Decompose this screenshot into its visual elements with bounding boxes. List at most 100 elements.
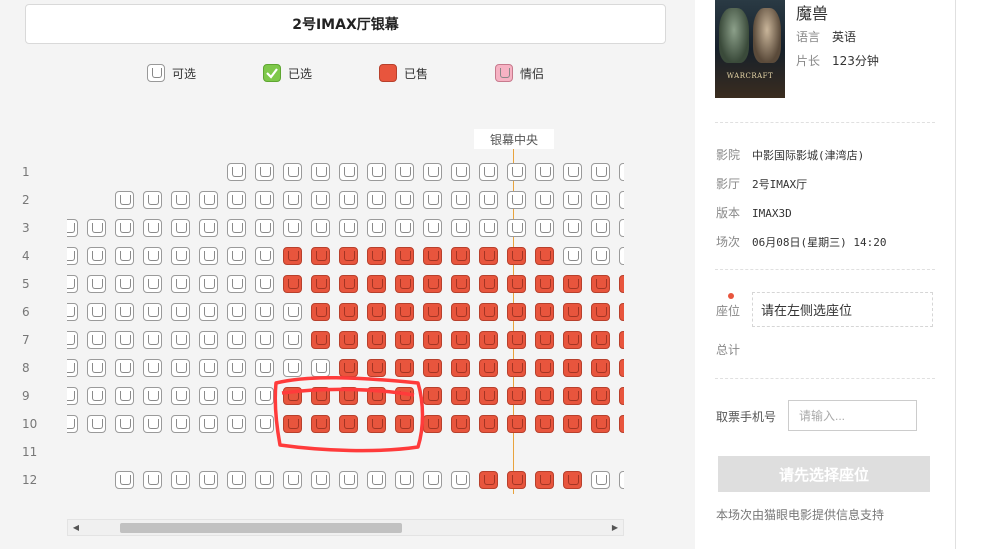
available-seat[interactable] bbox=[115, 219, 134, 237]
available-seat[interactable] bbox=[67, 331, 78, 349]
available-seat[interactable] bbox=[619, 219, 624, 237]
available-seat[interactable] bbox=[143, 387, 162, 405]
available-seat[interactable] bbox=[311, 163, 330, 181]
available-seat[interactable] bbox=[395, 163, 414, 181]
available-seat[interactable] bbox=[563, 247, 582, 265]
available-seat[interactable] bbox=[367, 191, 386, 209]
available-seat[interactable] bbox=[591, 471, 610, 489]
available-seat[interactable] bbox=[255, 415, 274, 433]
available-seat[interactable] bbox=[591, 247, 610, 265]
available-seat[interactable] bbox=[67, 219, 78, 237]
available-seat[interactable] bbox=[199, 387, 218, 405]
movie-title[interactable]: 魔兽 bbox=[796, 0, 828, 24]
available-seat[interactable] bbox=[451, 471, 470, 489]
available-seat[interactable] bbox=[339, 163, 358, 181]
available-seat[interactable] bbox=[283, 303, 302, 321]
available-seat[interactable] bbox=[115, 275, 134, 293]
available-seat[interactable] bbox=[591, 191, 610, 209]
available-seat[interactable] bbox=[395, 191, 414, 209]
available-seat[interactable] bbox=[171, 275, 190, 293]
available-seat[interactable] bbox=[423, 191, 442, 209]
available-seat[interactable] bbox=[255, 163, 274, 181]
available-seat[interactable] bbox=[255, 303, 274, 321]
scroll-right-arrow-icon[interactable]: ▶ bbox=[607, 520, 623, 535]
available-seat[interactable] bbox=[171, 359, 190, 377]
available-seat[interactable] bbox=[227, 163, 246, 181]
available-seat[interactable] bbox=[339, 191, 358, 209]
scroll-left-arrow-icon[interactable]: ◀ bbox=[68, 520, 84, 535]
available-seat[interactable] bbox=[199, 275, 218, 293]
available-seat[interactable] bbox=[283, 471, 302, 489]
available-seat[interactable] bbox=[67, 415, 78, 433]
available-seat[interactable] bbox=[283, 331, 302, 349]
available-seat[interactable] bbox=[535, 219, 554, 237]
available-seat[interactable] bbox=[143, 303, 162, 321]
available-seat[interactable] bbox=[143, 219, 162, 237]
available-seat[interactable] bbox=[199, 415, 218, 433]
scrollbar-thumb[interactable] bbox=[120, 523, 402, 533]
horizontal-scrollbar[interactable]: ◀ ▶ bbox=[67, 519, 624, 536]
available-seat[interactable] bbox=[367, 471, 386, 489]
available-seat[interactable] bbox=[367, 219, 386, 237]
available-seat[interactable] bbox=[535, 191, 554, 209]
available-seat[interactable] bbox=[339, 471, 358, 489]
available-seat[interactable] bbox=[115, 415, 134, 433]
available-seat[interactable] bbox=[255, 191, 274, 209]
available-seat[interactable] bbox=[227, 415, 246, 433]
available-seat[interactable] bbox=[87, 387, 106, 405]
available-seat[interactable] bbox=[255, 247, 274, 265]
available-seat[interactable] bbox=[283, 191, 302, 209]
available-seat[interactable] bbox=[115, 471, 134, 489]
available-seat[interactable] bbox=[67, 387, 78, 405]
available-seat[interactable] bbox=[143, 247, 162, 265]
available-seat[interactable] bbox=[395, 471, 414, 489]
available-seat[interactable] bbox=[171, 471, 190, 489]
available-seat[interactable] bbox=[255, 275, 274, 293]
available-seat[interactable] bbox=[87, 415, 106, 433]
available-seat[interactable] bbox=[227, 303, 246, 321]
available-seat[interactable] bbox=[171, 247, 190, 265]
available-seat[interactable] bbox=[619, 247, 624, 265]
available-seat[interactable] bbox=[563, 219, 582, 237]
available-seat[interactable] bbox=[171, 303, 190, 321]
available-seat[interactable] bbox=[67, 359, 78, 377]
available-seat[interactable] bbox=[143, 275, 162, 293]
available-seat[interactable] bbox=[479, 163, 498, 181]
available-seat[interactable] bbox=[115, 331, 134, 349]
available-seat[interactable] bbox=[255, 331, 274, 349]
available-seat[interactable] bbox=[199, 359, 218, 377]
available-seat[interactable] bbox=[143, 359, 162, 377]
available-seat[interactable] bbox=[619, 163, 624, 181]
available-seat[interactable] bbox=[115, 303, 134, 321]
phone-input[interactable] bbox=[788, 400, 917, 431]
available-seat[interactable] bbox=[67, 247, 78, 265]
available-seat[interactable] bbox=[199, 247, 218, 265]
available-seat[interactable] bbox=[255, 387, 274, 405]
available-seat[interactable] bbox=[115, 191, 134, 209]
available-seat[interactable] bbox=[227, 359, 246, 377]
available-seat[interactable] bbox=[87, 247, 106, 265]
available-seat[interactable] bbox=[199, 219, 218, 237]
available-seat[interactable] bbox=[115, 387, 134, 405]
available-seat[interactable] bbox=[87, 331, 106, 349]
available-seat[interactable] bbox=[115, 247, 134, 265]
available-seat[interactable] bbox=[143, 415, 162, 433]
available-seat[interactable] bbox=[199, 303, 218, 321]
available-seat[interactable] bbox=[227, 471, 246, 489]
available-seat[interactable] bbox=[199, 471, 218, 489]
available-seat[interactable] bbox=[67, 275, 78, 293]
available-seat[interactable] bbox=[563, 163, 582, 181]
available-seat[interactable] bbox=[591, 163, 610, 181]
available-seat[interactable] bbox=[311, 359, 330, 377]
available-seat[interactable] bbox=[87, 219, 106, 237]
available-seat[interactable] bbox=[199, 191, 218, 209]
submit-seat-button[interactable]: 请先选择座位 bbox=[718, 456, 930, 492]
available-seat[interactable] bbox=[115, 359, 134, 377]
available-seat[interactable] bbox=[227, 331, 246, 349]
available-seat[interactable] bbox=[367, 163, 386, 181]
available-seat[interactable] bbox=[255, 471, 274, 489]
available-seat[interactable] bbox=[619, 471, 624, 489]
available-seat[interactable] bbox=[227, 387, 246, 405]
available-seat[interactable] bbox=[143, 191, 162, 209]
available-seat[interactable] bbox=[283, 219, 302, 237]
